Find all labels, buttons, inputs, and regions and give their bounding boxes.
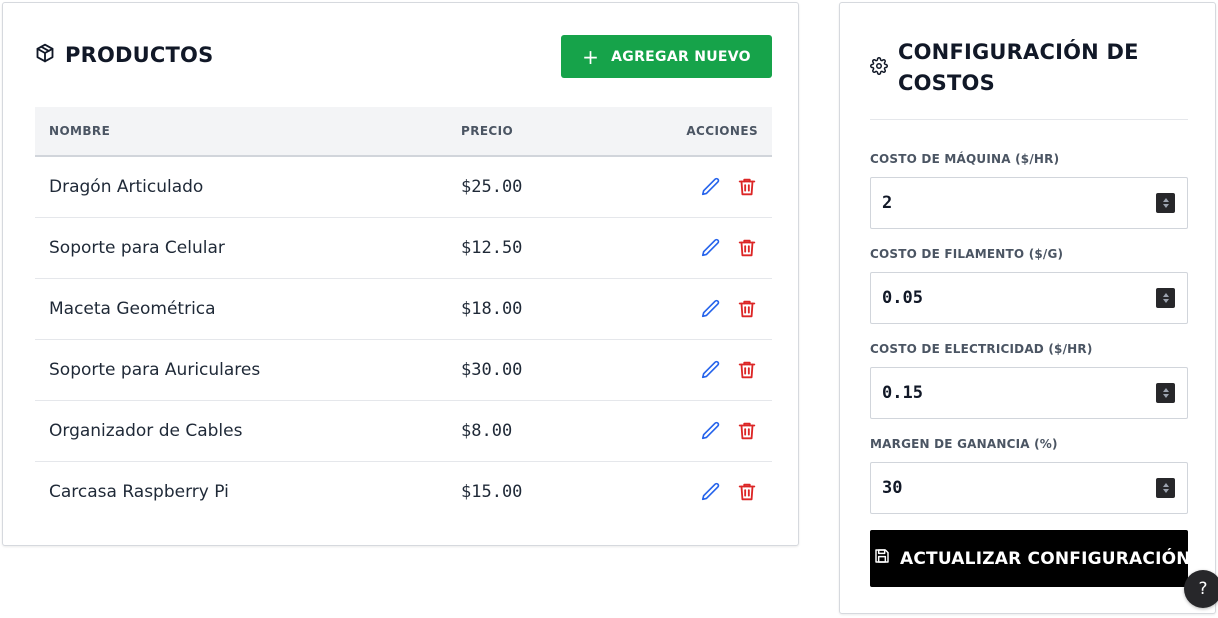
row-actions [637,278,772,339]
filament-cost-input[interactable] [882,288,1122,308]
add-new-button-label: AGREGAR NUEVO [611,48,751,65]
machine-cost-input[interactable] [882,193,1122,213]
table-row: Maceta Geométrica $18.00 [35,278,772,339]
config-card: CONFIGURACIÓN DE COSTOS COSTO DE MÁQUINA… [839,2,1216,614]
field-label: COSTO DE ELECTRICIDAD ($/HR) [870,342,1093,356]
products-title: PRODUCTOS [35,43,213,67]
number-stepper[interactable] [1156,193,1175,213]
column-header-name[interactable]: NOMBRE [35,107,447,156]
product-name: Carcasa Raspberry Pi [49,481,229,502]
column-header-price[interactable]: PRECIO [447,107,637,156]
field-electricity-cost: COSTO DE ELECTRICIDAD ($/HR) [870,341,1188,419]
field-profit-margin: MARGEN DE GANANCIA (%) [870,436,1188,514]
row-actions [637,461,772,522]
box-icon [35,43,55,67]
product-name: Soporte para Celular [49,237,225,258]
products-table: NOMBRE PRECIO ACCIONES Dragón Articulado… [35,107,772,522]
trash-icon[interactable] [736,176,758,198]
table-row: Soporte para Auriculares $30.00 [35,339,772,400]
trash-icon[interactable] [736,359,758,381]
product-name: Organizador de Cables [49,420,243,441]
filament-cost-field[interactable] [870,272,1188,324]
edit-icon[interactable] [700,237,722,259]
help-button[interactable]: ? [1184,570,1218,608]
save-icon [874,548,890,569]
config-header: CONFIGURACIÓN DE COSTOS [870,37,1190,99]
table-row: Soporte para Celular $12.50 [35,217,772,278]
field-filament-cost: COSTO DE FILAMENTO ($/G) [870,246,1188,324]
number-stepper[interactable] [1156,383,1175,403]
number-stepper[interactable] [1156,478,1175,498]
add-new-button[interactable]: + AGREGAR NUEVO [561,35,772,78]
electricity-cost-input[interactable] [882,383,1122,403]
product-price: $8.00 [461,420,513,441]
product-price: $18.00 [461,298,523,319]
trash-icon[interactable] [736,420,758,442]
field-label: COSTO DE MÁQUINA ($/HR) [870,152,1060,166]
product-name: Soporte para Auriculares [49,359,261,380]
edit-icon[interactable] [700,298,722,320]
profit-margin-field[interactable] [870,462,1188,514]
divider [870,119,1188,120]
field-label: MARGEN DE GANANCIA (%) [870,437,1058,451]
column-header-actions: ACCIONES [686,124,758,138]
products-card: PRODUCTOS + AGREGAR NUEVO NOMBRE PRECIO … [2,2,799,546]
page-title: PRODUCTOS [65,43,214,67]
edit-icon[interactable] [700,359,722,381]
products-header: PRODUCTOS + AGREGAR NUEVO [35,35,772,79]
edit-icon[interactable] [700,176,722,198]
product-price: $30.00 [461,359,523,380]
trash-icon[interactable] [736,298,758,320]
machine-cost-field[interactable] [870,177,1188,229]
edit-icon[interactable] [700,420,722,442]
number-stepper[interactable] [1156,288,1175,308]
row-actions [637,156,772,217]
electricity-cost-field[interactable] [870,367,1188,419]
table-header-row: NOMBRE PRECIO ACCIONES [35,107,772,156]
table-row: Organizador de Cables $8.00 [35,400,772,461]
field-label: COSTO DE FILAMENTO ($/G) [870,247,1064,261]
trash-icon[interactable] [736,481,758,503]
product-name: Dragón Articulado [49,176,204,197]
update-config-button-label: ACTUALIZAR CONFIGURACIÓN [900,548,1188,569]
update-config-button[interactable]: ACTUALIZAR CONFIGURACIÓN [870,530,1188,587]
gear-icon [870,57,888,79]
row-actions [637,400,772,461]
product-price: $25.00 [461,176,523,197]
config-title: CONFIGURACIÓN DE COSTOS [898,40,1139,95]
edit-icon[interactable] [700,481,722,503]
field-machine-cost: COSTO DE MÁQUINA ($/HR) [870,151,1188,229]
row-actions [637,339,772,400]
profit-margin-input[interactable] [882,478,1122,498]
table-row: Carcasa Raspberry Pi $15.00 [35,461,772,522]
plus-icon: + [582,44,600,69]
product-price: $15.00 [461,481,523,502]
product-name: Maceta Geométrica [49,298,216,319]
row-actions [637,217,772,278]
product-price: $12.50 [461,237,523,258]
table-row: Dragón Articulado $25.00 [35,156,772,217]
trash-icon[interactable] [736,237,758,259]
